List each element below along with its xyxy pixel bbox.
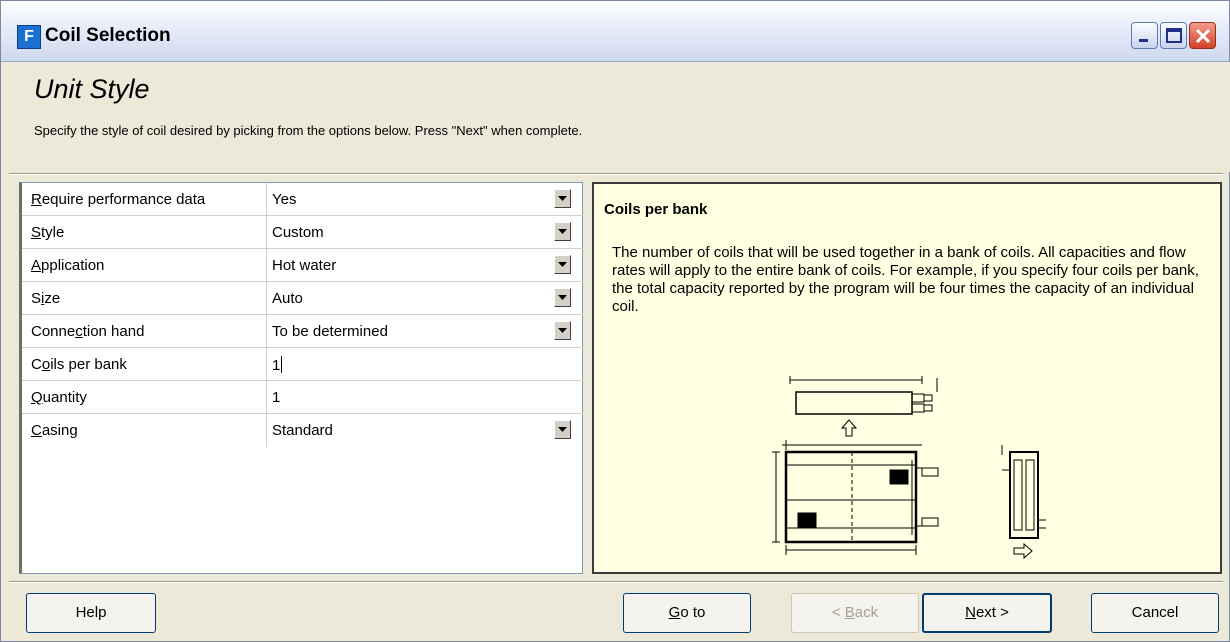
dropdown-arrow-icon [558,295,567,300]
dropdown-button[interactable] [554,255,571,274]
column-divider [266,216,267,249]
quantity-input[interactable]: 1 [272,389,280,406]
goto-button[interactable]: Go to [623,593,751,633]
dropdown-button[interactable] [554,288,571,307]
property-name: Casing [31,422,78,439]
property-row-quantity[interactable]: Quantity 1 [22,381,583,414]
maximize-button[interactable] [1160,22,1187,49]
wizard-header: Unit Style Specify the style of coil des… [2,62,1230,172]
dropdown-arrow-icon [558,229,567,234]
minimize-button[interactable] [1131,22,1158,49]
close-icon [1195,28,1211,44]
help-text: The number of coils that will be used to… [612,244,1199,315]
footer-separator [9,581,1223,583]
property-value[interactable]: Hot water [272,257,336,274]
property-name: Style [31,224,65,241]
property-row-require-performance-data[interactable]: Require performance data Yes [22,183,583,216]
dropdown-button[interactable] [554,222,571,241]
dropdown-arrow-icon [558,328,567,333]
page-description: Specify the style of coil desired by pic… [34,123,583,138]
column-divider [266,381,267,414]
property-name: Coils per bank [31,356,127,373]
back-button[interactable]: < Back [791,593,919,633]
column-divider [266,183,267,216]
title-bar[interactable]: F Coil Selection [1,1,1229,62]
help-title: Coils per bank [604,201,708,218]
cancel-button[interactable]: Cancel [1091,593,1219,633]
property-row-application[interactable]: Application Hot water [22,249,583,282]
property-grid: Require performance data Yes Style Custo… [19,182,583,574]
column-divider [266,414,267,447]
property-row-connection-hand[interactable]: Connection hand To be determined [22,315,583,348]
coil-selection-window: F Coil Selection Unit Style Specify the … [0,0,1230,642]
property-value[interactable]: Standard [272,422,333,439]
next-button[interactable]: Next > [922,593,1052,633]
text-caret [281,356,283,373]
help-panel: Coils per bank The number of coils that … [592,182,1222,574]
close-button[interactable] [1189,22,1216,49]
column-divider [266,315,267,348]
property-name: Size [31,290,61,307]
minimize-icon [1139,39,1148,42]
property-name: Require performance data [31,191,206,208]
dropdown-arrow-icon [558,262,567,267]
page-title: Unit Style [34,74,150,104]
dropdown-arrow-icon [558,196,567,201]
coil-diagram [772,376,1046,560]
property-row-size[interactable]: Size Auto [22,282,583,315]
property-row-coils-per-bank[interactable]: Coils per bank 1 [22,348,583,381]
property-value[interactable]: Yes [272,191,296,208]
property-name: Connection hand [31,323,145,340]
property-row-casing[interactable]: Casing Standard [22,414,583,447]
maximize-icon [1166,28,1182,43]
property-row-style[interactable]: Style Custom [22,216,583,249]
header-separator [9,173,1223,175]
coils-per-bank-input[interactable]: 1 [272,356,283,374]
dropdown-button[interactable] [554,321,571,340]
window-title: Coil Selection [45,25,171,46]
column-divider [266,249,267,282]
property-value[interactable]: Auto [272,290,303,307]
property-name: Quantity [31,389,87,406]
column-divider [266,282,267,315]
property-value[interactable]: Custom [272,224,324,241]
app-icon: F [17,25,41,49]
dropdown-button[interactable] [554,189,571,208]
dropdown-button[interactable] [554,420,571,439]
property-name: Application [31,257,105,274]
dropdown-arrow-icon [558,427,567,432]
help-button[interactable]: Help [26,593,156,633]
property-value[interactable]: To be determined [272,323,388,340]
column-divider [266,348,267,381]
